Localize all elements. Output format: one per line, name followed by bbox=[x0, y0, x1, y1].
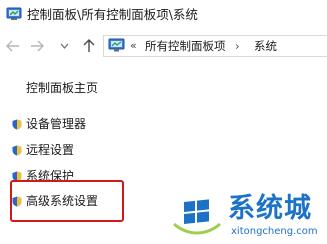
shield-icon bbox=[12, 145, 22, 156]
highlight-box bbox=[10, 180, 124, 222]
chevron-down-icon bbox=[60, 43, 68, 49]
control-panel-home-link[interactable]: 控制面板主页 bbox=[26, 80, 98, 96]
breadcrumb-system[interactable]: 系统 bbox=[254, 37, 277, 55]
control-panel-icon bbox=[6, 7, 22, 20]
navigation-bar: « 所有控制面板项 › 系统 bbox=[0, 32, 327, 60]
up-arrow-icon bbox=[83, 39, 95, 52]
up-button[interactable] bbox=[80, 36, 98, 56]
windows-logo-icon bbox=[173, 199, 221, 235]
back-arrow-icon bbox=[6, 40, 19, 52]
breadcrumb-all-items[interactable]: 所有控制面板项 bbox=[145, 37, 226, 55]
control-panel-icon bbox=[108, 38, 125, 52]
address-overflow-button[interactable]: « bbox=[130, 37, 137, 55]
forward-arrow-icon bbox=[31, 40, 44, 52]
recent-locations-button[interactable] bbox=[58, 36, 70, 56]
device-manager-link[interactable]: 设备管理器 bbox=[26, 116, 86, 132]
address-bar[interactable]: « 所有控制面板项 › 系统 bbox=[103, 35, 327, 57]
back-button[interactable] bbox=[4, 36, 22, 56]
watermark-url: xitongcheng.com bbox=[231, 226, 318, 237]
window-title: 控制面板\所有控制面板项\系统 bbox=[27, 7, 198, 22]
shield-icon bbox=[12, 119, 22, 130]
title-bar: 控制面板\所有控制面板项\系统 bbox=[0, 0, 327, 30]
breadcrumb-separator[interactable]: › bbox=[235, 37, 240, 55]
forward-button[interactable] bbox=[28, 36, 46, 56]
watermark-title: 系统城 bbox=[228, 193, 312, 224]
remote-settings-link[interactable]: 远程设置 bbox=[26, 142, 74, 158]
